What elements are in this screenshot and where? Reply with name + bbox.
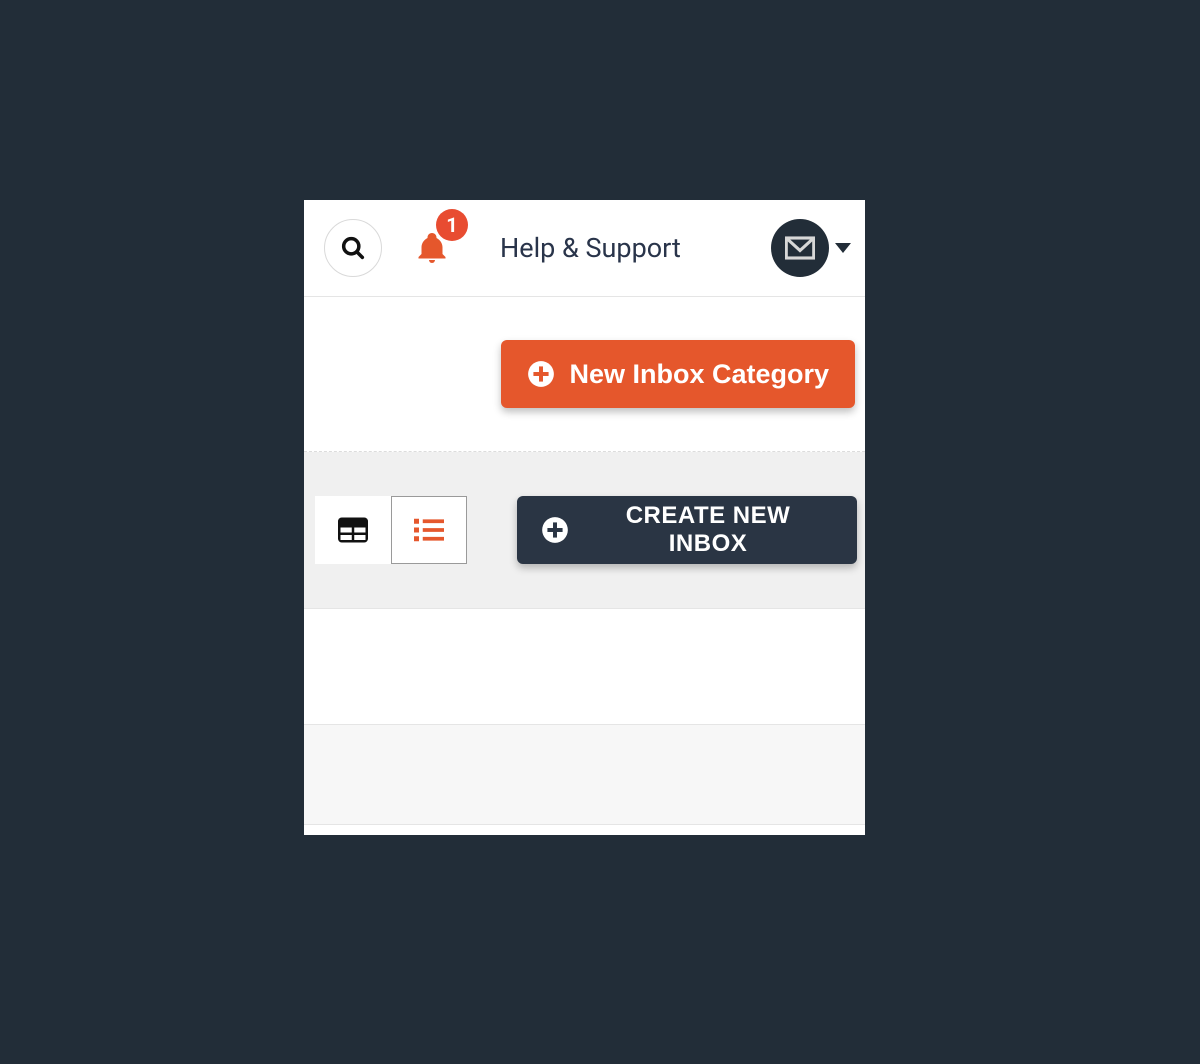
search-icon	[339, 234, 367, 262]
inbox-toolbar-row: CREATE NEW INBOX	[304, 452, 865, 609]
create-new-inbox-button[interactable]: CREATE NEW INBOX	[517, 496, 857, 564]
list-view-button[interactable]	[391, 496, 467, 564]
empty-row	[304, 609, 865, 725]
plus-circle-icon	[527, 360, 555, 388]
table-icon	[338, 517, 368, 543]
top-bar: 1 Help & Support	[304, 200, 865, 297]
empty-row	[304, 825, 865, 835]
new-inbox-category-label: New Inbox Category	[569, 359, 829, 390]
category-actions-row: New Inbox Category	[304, 297, 865, 452]
grid-view-button[interactable]	[315, 496, 391, 564]
notifications-button[interactable]: 1	[412, 225, 452, 271]
list-icon	[414, 517, 444, 543]
help-support-link[interactable]: Help & Support	[500, 232, 741, 264]
empty-row	[304, 725, 865, 825]
new-inbox-category-button[interactable]: New Inbox Category	[501, 340, 855, 408]
chevron-down-icon	[835, 243, 851, 253]
view-toggle-group	[315, 496, 467, 564]
search-button[interactable]	[324, 219, 382, 277]
mail-icon	[785, 236, 815, 260]
app-panel: 1 Help & Support	[304, 200, 865, 835]
notification-badge: 1	[436, 209, 468, 241]
create-new-inbox-label: CREATE NEW INBOX	[583, 502, 833, 558]
avatar	[771, 219, 829, 277]
account-menu[interactable]	[771, 219, 851, 277]
plus-circle-icon	[541, 516, 569, 544]
